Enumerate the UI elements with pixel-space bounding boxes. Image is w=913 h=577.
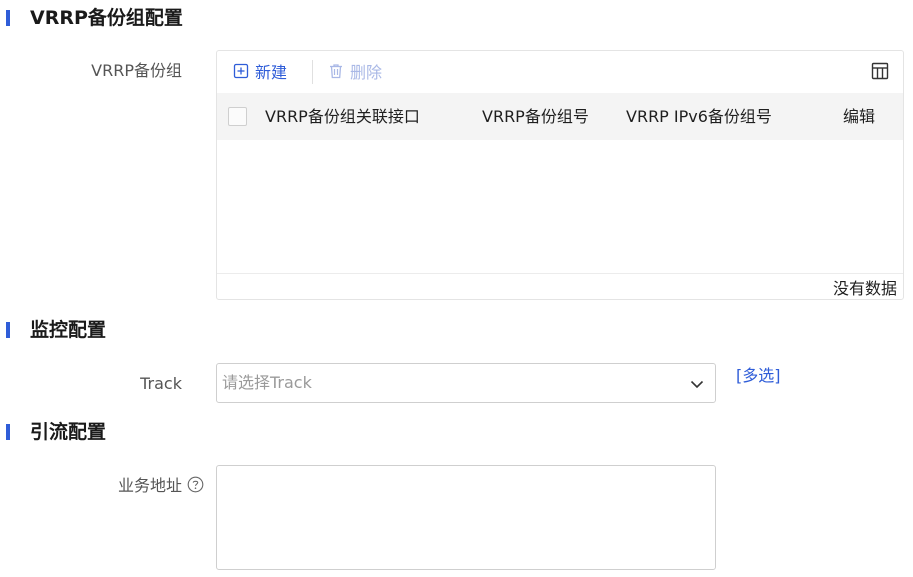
empty-state-text: 没有数据: [832, 279, 897, 298]
plus-square-icon: [233, 63, 249, 79]
chevron-down-icon: [690, 380, 704, 389]
track-label: Track: [140, 374, 182, 393]
delete-button[interactable]: 删除: [328, 60, 382, 82]
section-marker: [6, 424, 10, 440]
delete-button-label: 删除: [350, 63, 383, 82]
service-address-label: 业务地址: [117, 476, 182, 495]
new-button-label: 新建: [255, 63, 288, 82]
vrrp-group-table: 新建 删除 VRRP备份组关联接口 VRRP备份组号 VRRP IPv6备份组号…: [216, 50, 904, 300]
track-select[interactable]: 请选择Track: [216, 363, 716, 403]
section-marker: [6, 322, 10, 338]
toolbar-divider: [312, 60, 313, 84]
help-circle-icon[interactable]: [187, 476, 204, 493]
vrrp-group-label: VRRP备份组: [91, 61, 182, 80]
section-title-vrrp: VRRP备份组配置: [30, 7, 183, 29]
multi-select-link[interactable]: [多选]: [736, 365, 781, 387]
select-all-checkbox[interactable]: [228, 107, 247, 126]
service-address-input[interactable]: [216, 465, 716, 570]
table-body: [217, 140, 903, 274]
section-title-traffic: 引流配置: [30, 421, 107, 443]
track-select-placeholder: 请选择Track: [222, 373, 312, 392]
new-button[interactable]: 新建: [233, 60, 287, 82]
table-header: VRRP备份组关联接口 VRRP备份组号 VRRP IPv6备份组号 编辑: [217, 93, 903, 140]
column-header-ipv6-group-id[interactable]: VRRP IPv6备份组号: [626, 93, 772, 140]
column-header-interface[interactable]: VRRP备份组关联接口: [265, 93, 420, 140]
trash-icon: [330, 64, 342, 79]
table-toolbar: 新建 删除: [217, 51, 903, 91]
section-marker: [6, 10, 10, 26]
section-title-monitor: 监控配置: [30, 319, 107, 341]
column-header-edit: 编辑: [843, 107, 876, 126]
column-settings-icon[interactable]: [871, 62, 889, 80]
column-header-group-id[interactable]: VRRP备份组号: [482, 93, 589, 140]
